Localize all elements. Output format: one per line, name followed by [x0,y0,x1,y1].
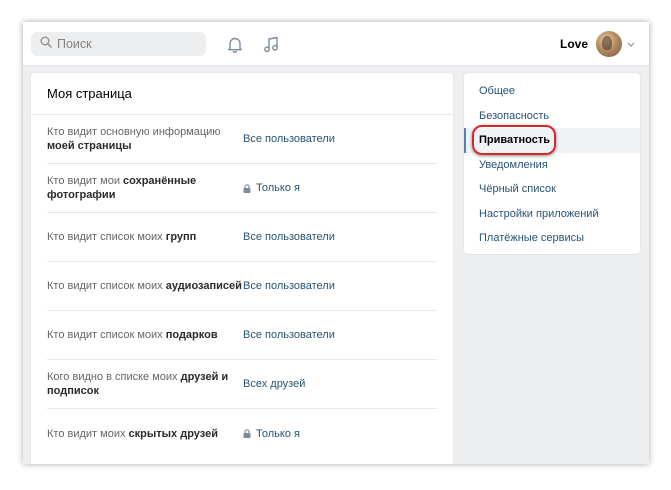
privacy-row[interactable]: Кто видит список моих подарков Все польз… [47,311,437,360]
settings-item-blacklist[interactable]: Чёрный список [464,177,640,202]
row-value[interactable]: Только я [243,428,300,440]
search-input[interactable] [57,37,197,51]
privacy-row[interactable]: Кто видит мои сохранённые фотографии Тол… [47,164,437,213]
settings-item-general[interactable]: Общее [464,79,640,104]
privacy-row[interactable]: Кого видно в списке моих друзей и подпис… [47,360,437,409]
privacy-row[interactable]: Кто видит список моих групп Все пользова… [47,213,437,262]
lock-icon [243,183,251,193]
row-value[interactable]: Все пользователи [243,133,335,145]
row-label: Кто видит моих скрытых друзей [47,427,218,440]
row-label: Кого видно в списке моих друзей и подпис… [47,371,229,397]
settings-item-privacy[interactable]: Приватность [464,125,640,155]
user-name: Love [559,37,588,51]
settings-item-notifications[interactable]: Уведомления [464,153,640,178]
search-box[interactable] [31,32,206,56]
row-label: Кто видит мои сохранённые фотографии [47,175,197,201]
user-menu[interactable]: Love [560,30,635,58]
settings-item-security[interactable]: Безопасность [464,104,640,129]
privacy-rows: Кто видит основную информацию моей стран… [31,115,453,458]
top-bar: Love [23,22,649,66]
row-value[interactable]: Все пользователи [243,280,335,292]
row-label: Кто видит основную информацию моей стран… [47,126,221,152]
music-note-icon[interactable] [261,34,281,54]
privacy-row[interactable]: Кто видит моих скрытых друзей Только я [47,409,437,458]
settings-menu: Общее Безопасность Приватность Уведомлен… [464,73,640,254]
privacy-row[interactable]: Кто видит основную информацию моей стран… [47,115,437,164]
row-label: Кто видит список моих аудиозаписей [47,280,242,292]
avatar [596,31,622,57]
privacy-settings-panel: Моя страница Кто видит основную информац… [31,73,453,464]
lock-icon [243,429,251,438]
app-window: Love Моя страница Кто видит основную инф… [23,22,649,464]
search-icon [40,35,52,53]
row-value[interactable]: Все пользователи [243,231,335,243]
bell-icon[interactable] [225,34,245,54]
row-value[interactable]: Всех друзей [243,378,305,390]
privacy-row[interactable]: Кто видит список моих аудиозаписей Все п… [47,262,437,311]
settings-item-app-settings[interactable]: Настройки приложений [464,202,640,227]
settings-item-payment-services[interactable]: Платёжные сервисы [464,226,640,251]
chevron-down-icon [627,42,635,47]
row-label: Кто видит список моих групп [47,231,197,243]
row-value[interactable]: Все пользователи [243,329,335,341]
panel-title: Моя страница [31,73,453,115]
row-value[interactable]: Только я [243,182,300,194]
row-label: Кто видит список моих подарков [47,329,218,341]
